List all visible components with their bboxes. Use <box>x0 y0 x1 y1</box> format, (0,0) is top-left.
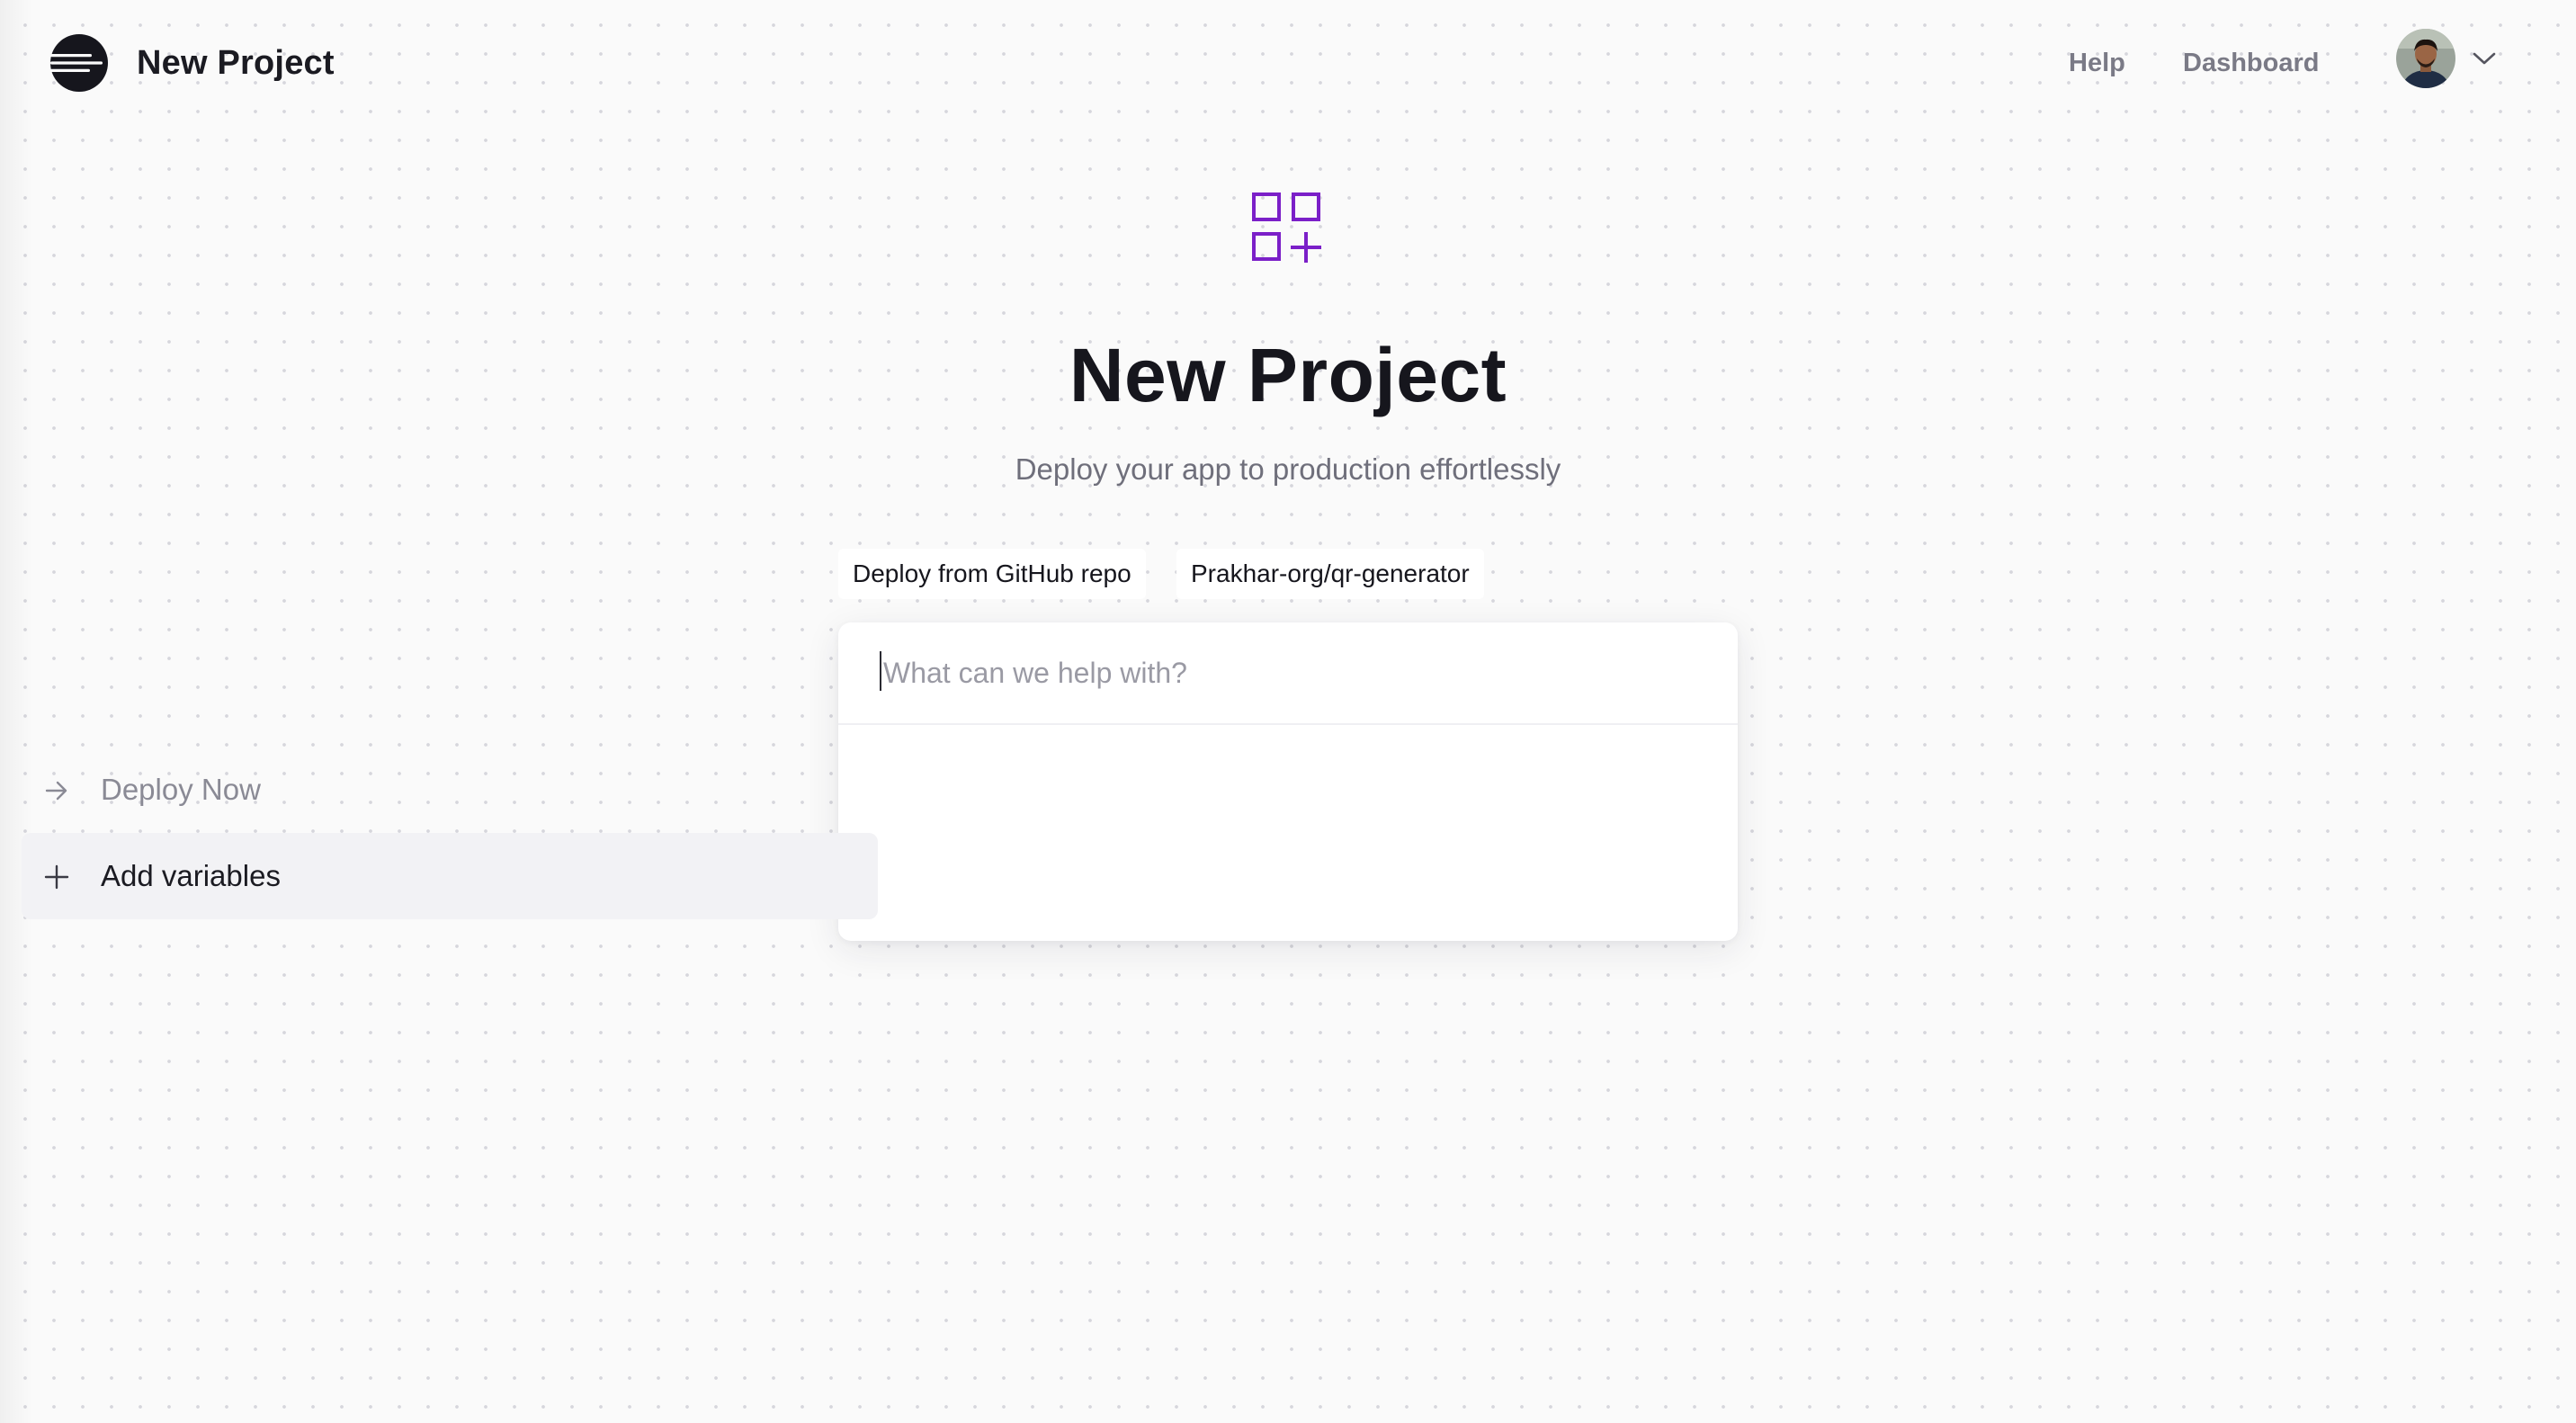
arrow-right-icon <box>45 781 67 801</box>
page-edge-shadow <box>0 0 32 1423</box>
menu-item-add-variables[interactable]: Add variables <box>22 833 878 919</box>
help-link[interactable]: Help <box>2069 45 2125 81</box>
page-title: New Project <box>1069 333 1507 417</box>
menu-item-deploy-now[interactable]: Deploy Now <box>22 747 878 833</box>
breadcrumb-chip-repository[interactable]: Prakhar-org/qr-generator <box>1176 549 1484 599</box>
command-search-input[interactable] <box>880 649 1693 696</box>
user-avatar[interactable] <box>2396 29 2455 88</box>
avatar-image <box>2396 29 2455 88</box>
dashboard-link[interactable]: Dashboard <box>2183 45 2319 81</box>
page-subtitle: Deploy your app to production effortless… <box>1015 452 1561 486</box>
command-search-row <box>838 622 1738 725</box>
app-title[interactable]: New Project <box>137 40 335 86</box>
plus-icon <box>44 864 69 890</box>
railway-logo-icon[interactable] <box>49 32 110 94</box>
top-header: New Project Help Dashboard <box>0 0 2576 126</box>
command-menu <box>838 622 1738 941</box>
apps-add-icon <box>1252 192 1321 263</box>
chevron-down-icon[interactable] <box>2472 50 2497 67</box>
menu-item-label: Add variables <box>101 859 281 892</box>
breadcrumb-chip-deploy-source[interactable]: Deploy from GitHub repo <box>838 549 1146 599</box>
menu-item-label: Deploy Now <box>101 773 261 806</box>
text-caret <box>880 651 881 691</box>
